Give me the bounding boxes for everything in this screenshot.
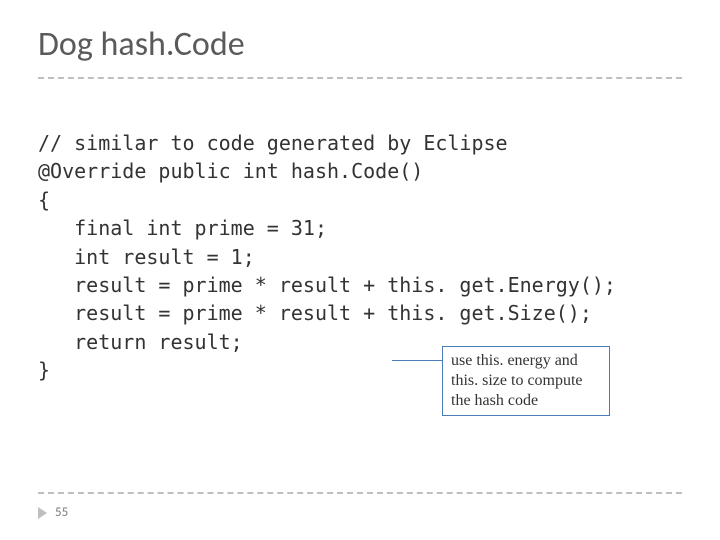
code-line: final int prime = 31; <box>38 216 327 240</box>
code-block: // similar to code generated by Eclipse … <box>0 79 720 385</box>
footer: 55 <box>38 505 68 520</box>
page-number: 55 <box>55 505 68 520</box>
divider-bottom <box>38 492 682 494</box>
code-line: result = prime * result + this. get.Ener… <box>38 273 616 297</box>
slide-title: Dog hash.Code <box>0 0 720 73</box>
arrow-icon <box>38 507 47 519</box>
code-line: result = prime * result + this. get.Size… <box>38 301 592 325</box>
code-line: return result; <box>38 330 243 354</box>
callout-connector <box>392 360 442 361</box>
code-line: int result = 1; <box>38 245 255 269</box>
code-line: } <box>38 358 50 382</box>
code-line: @Override public int hash.Code() <box>38 159 423 183</box>
annotation-hashcode: use this. energy and this. size to compu… <box>442 346 610 416</box>
code-line: { <box>38 188 50 212</box>
code-line: // similar to code generated by Eclipse <box>38 131 508 155</box>
